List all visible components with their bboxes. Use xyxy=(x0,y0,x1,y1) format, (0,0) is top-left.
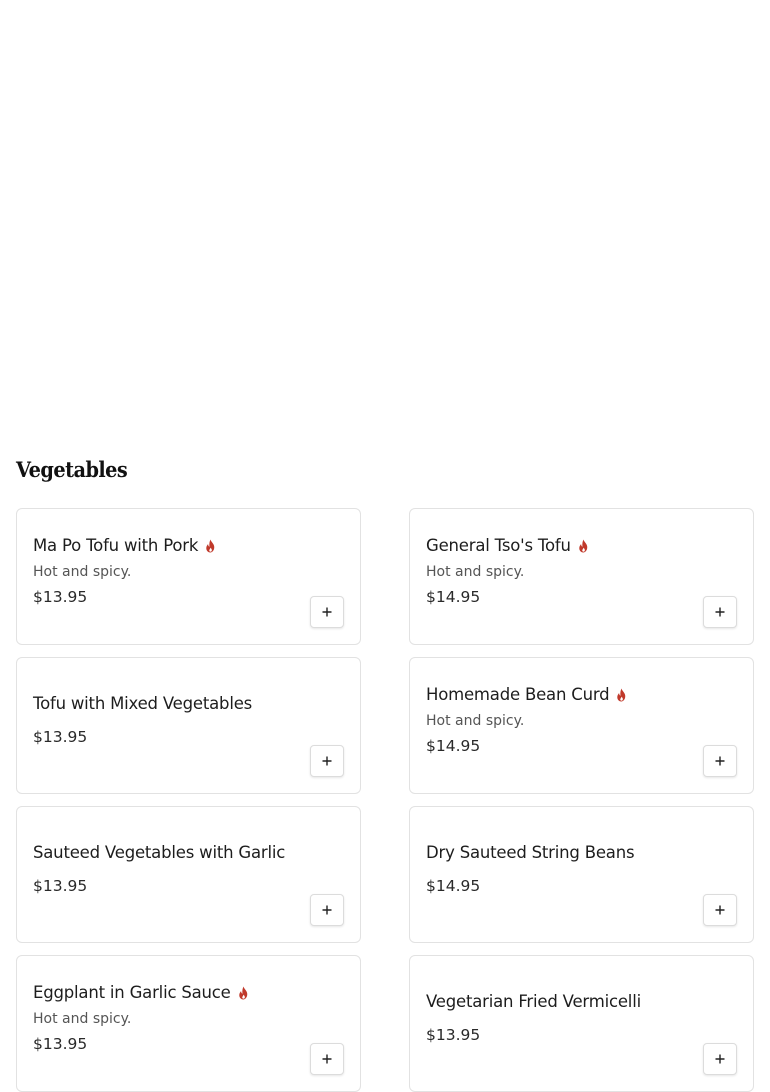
section-title: Vegetables xyxy=(16,457,128,482)
spicy-icon xyxy=(206,539,215,553)
item-price: $13.95 xyxy=(33,727,88,746)
plus-icon xyxy=(715,607,725,617)
item-price: $14.95 xyxy=(426,587,481,606)
menu-item-card[interactable]: Eggplant in Garlic Sauce Hot and spicy. … xyxy=(16,955,361,1092)
menu-item-card[interactable]: Sauteed Vegetables with Garlic $13.95 xyxy=(16,806,361,943)
item-price: $13.95 xyxy=(33,876,88,895)
item-price: $13.95 xyxy=(33,587,88,606)
spicy-icon xyxy=(579,539,587,553)
item-description: Hot and spicy. xyxy=(33,563,132,580)
item-name: Eggplant in Garlic Sauce xyxy=(33,982,231,1002)
item-price: $13.95 xyxy=(426,1025,481,1044)
item-name: General Tso's Tofu xyxy=(426,535,571,555)
item-name-row: Ma Po Tofu with Pork xyxy=(33,535,344,557)
plus-icon xyxy=(715,756,725,766)
item-name-row: Sauteed Vegetables with Garlic xyxy=(33,842,344,864)
menu-item-card[interactable]: Ma Po Tofu with Pork Hot and spicy. $13.… xyxy=(16,508,361,645)
menu-item-card[interactable]: Dry Sauteed String Beans $14.95 xyxy=(409,806,754,943)
add-item-button[interactable] xyxy=(703,894,737,926)
plus-icon xyxy=(322,1054,332,1064)
item-name: Sauteed Vegetables with Garlic xyxy=(33,842,286,862)
plus-icon xyxy=(322,607,332,617)
menu-item-card[interactable]: Vegetarian Fried Vermicelli $13.95 xyxy=(409,955,754,1092)
item-name: Dry Sauteed String Beans xyxy=(426,842,635,862)
item-name-row: Eggplant in Garlic Sauce xyxy=(33,982,344,1004)
spicy-icon xyxy=(617,688,626,702)
item-name-row: General Tso's Tofu xyxy=(426,535,737,557)
menu-item-card[interactable]: Tofu with Mixed Vegetables $13.95 xyxy=(16,657,361,794)
item-name-row: Homemade Bean Curd xyxy=(426,684,737,706)
item-name: Vegetarian Fried Vermicelli xyxy=(426,991,641,1011)
item-description: Hot and spicy. xyxy=(426,712,525,729)
item-name-row: Vegetarian Fried Vermicelli xyxy=(426,991,737,1013)
menu-item-card[interactable]: General Tso's Tofu Hot and spicy. $14.95 xyxy=(409,508,754,645)
add-item-button[interactable] xyxy=(703,596,737,628)
item-price: $13.95 xyxy=(33,1034,88,1053)
plus-icon xyxy=(715,1054,725,1064)
add-item-button[interactable] xyxy=(310,596,344,628)
item-price: $14.95 xyxy=(426,876,481,895)
menu-item-card[interactable]: Homemade Bean Curd Hot and spicy. $14.95 xyxy=(409,657,754,794)
item-name-row: Dry Sauteed String Beans xyxy=(426,842,737,864)
item-description: Hot and spicy. xyxy=(33,1010,132,1027)
add-item-button[interactable] xyxy=(310,894,344,926)
item-name: Ma Po Tofu with Pork xyxy=(33,535,199,555)
item-name-row: Tofu with Mixed Vegetables xyxy=(33,693,344,715)
plus-icon xyxy=(322,905,332,915)
add-item-button[interactable] xyxy=(703,745,737,777)
menu-items-grid: Ma Po Tofu with Pork Hot and spicy. $13.… xyxy=(16,508,754,1092)
item-name: Homemade Bean Curd xyxy=(426,684,610,704)
plus-icon xyxy=(322,756,332,766)
item-name: Tofu with Mixed Vegetables xyxy=(33,693,253,713)
item-description: Hot and spicy. xyxy=(426,563,525,580)
spicy-icon xyxy=(238,986,247,1000)
item-price: $14.95 xyxy=(426,736,481,755)
plus-icon xyxy=(715,905,725,915)
add-item-button[interactable] xyxy=(703,1043,737,1075)
add-item-button[interactable] xyxy=(310,1043,344,1075)
add-item-button[interactable] xyxy=(310,745,344,777)
